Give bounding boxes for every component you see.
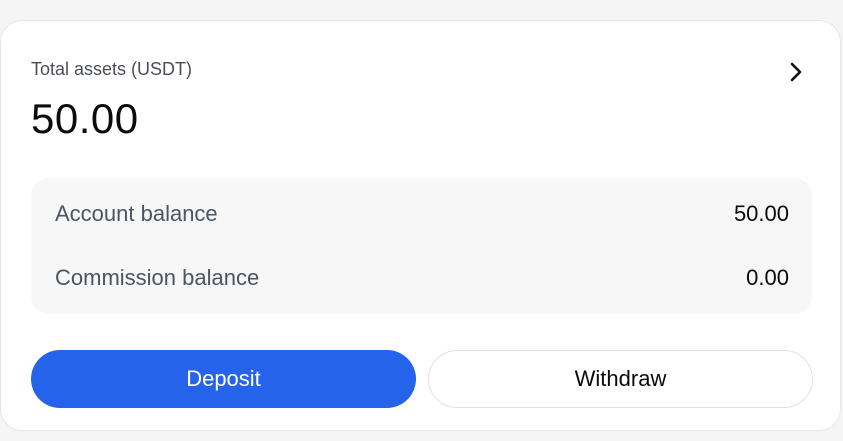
account-balance-row: Account balance 50.00 [55, 199, 789, 229]
total-assets-label: Total assets (USDT) [31, 59, 193, 79]
withdraw-button[interactable]: Withdraw [428, 350, 813, 408]
commission-balance-row: Commission balance 0.00 [55, 263, 789, 293]
commission-balance-value: 0.00 [746, 265, 789, 290]
deposit-button[interactable]: Deposit [31, 350, 416, 408]
assets-card: Total assets (USDT) 50.00 Account balanc… [0, 20, 841, 431]
commission-balance-label: Commission balance [55, 265, 260, 290]
balance-panel: Account balance 50.00 Commission balance… [31, 178, 812, 314]
account-balance-label: Account balance [55, 201, 218, 226]
account-balance-value: 50.00 [733, 201, 789, 226]
total-assets-value: 50.00 [31, 95, 139, 142]
chevron-right-icon[interactable] [783, 59, 809, 85]
